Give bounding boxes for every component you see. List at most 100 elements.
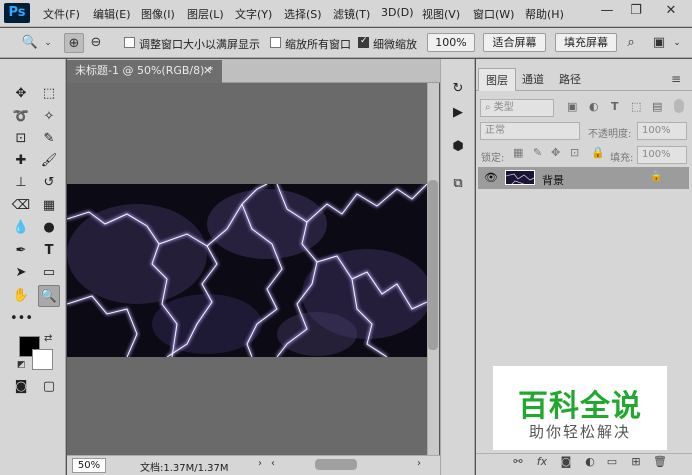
filter-smart-object-icon[interactable]: ▤: [652, 100, 662, 113]
menu-help[interactable]: 帮助(H): [525, 6, 564, 22]
actions-panel-icon[interactable]: ▶: [447, 102, 469, 124]
zoom-100-button[interactable]: 100%: [427, 33, 475, 52]
menu-view[interactable]: 视图(V): [422, 6, 460, 22]
layer-name[interactable]: 背景: [542, 172, 564, 188]
scrubby-zoom-checkbox[interactable]: [358, 36, 369, 48]
zoom-all-windows-label: 缩放所有窗口: [285, 38, 351, 51]
delete-layer-icon[interactable]: 🗑: [651, 455, 669, 468]
menu-select[interactable]: 选择(S): [284, 6, 322, 22]
layer-style-icon[interactable]: fx: [533, 455, 551, 468]
menu-layer[interactable]: 图层(L): [187, 6, 224, 22]
filter-kind-value: 类型: [493, 102, 514, 113]
close-icon[interactable]: ✕: [659, 0, 683, 22]
tab-layers[interactable]: 图层: [478, 68, 516, 91]
workspace-chevron-icon[interactable]: ⌄: [667, 33, 687, 53]
new-group-icon[interactable]: ▭: [603, 455, 621, 468]
fill-field[interactable]: 100%: [637, 146, 687, 164]
gradient-tool-icon[interactable]: ▦: [38, 195, 60, 217]
workspace-icon[interactable]: ▣: [649, 33, 669, 53]
default-colors-icon[interactable]: ◩: [17, 360, 26, 370]
type-tool-icon[interactable]: T: [38, 240, 60, 262]
search-icon: ⌕: [485, 102, 494, 113]
chevron-down-icon[interactable]: ⌄: [38, 33, 58, 53]
healing-brush-tool-icon[interactable]: ✚: [10, 150, 32, 172]
lock-all-icon[interactable]: 🔒: [591, 146, 605, 159]
status-bar: [67, 455, 440, 475]
eyedropper-tool-icon[interactable]: ✎: [38, 128, 60, 150]
menu-3d[interactable]: 3D(D): [381, 6, 414, 19]
fill-label: 填充:: [610, 153, 634, 164]
fit-screen-button[interactable]: 适合屏幕: [483, 33, 546, 52]
zoom-out-icon[interactable]: ⊖: [86, 33, 106, 53]
tab-paths[interactable]: 路径: [552, 68, 588, 91]
clone-stamp-tool-icon[interactable]: ⊥: [10, 172, 32, 194]
adjustment-layer-icon[interactable]: ◐: [581, 455, 599, 468]
zoom-tool-preset-icon[interactable]: 🔍: [20, 33, 40, 53]
resize-windows-label: 调整窗口大小以满屏显示: [139, 38, 260, 51]
new-layer-icon[interactable]: ⊞: [627, 455, 645, 468]
magic-wand-tool-icon[interactable]: ✧: [38, 106, 60, 128]
3d-panel-icon[interactable]: ⬢: [447, 136, 469, 158]
rectangle-tool-icon[interactable]: ▭: [38, 262, 60, 284]
filter-type-icon[interactable]: T: [611, 100, 619, 113]
zoom-in-icon[interactable]: ⊕: [64, 33, 84, 53]
document-tab[interactable]: 未标题-1 @ 50%(RGB/8) *: [67, 60, 222, 83]
blur-tool-icon[interactable]: 💧: [10, 217, 32, 239]
pen-tool-icon[interactable]: ✒: [10, 240, 32, 262]
menu-file[interactable]: 文件(F): [43, 6, 80, 22]
add-mask-icon[interactable]: ◙: [557, 455, 575, 468]
menu-window[interactable]: 窗口(W): [473, 6, 514, 22]
zoom-all-windows-checkbox[interactable]: [270, 37, 281, 48]
marquee-tool-icon[interactable]: ⬚: [38, 83, 60, 105]
restore-icon[interactable]: ❐: [624, 0, 648, 22]
lock-transparent-icon[interactable]: ▦: [513, 146, 523, 159]
minimize-icon[interactable]: —: [595, 0, 619, 22]
zoom-tool-icon[interactable]: 🔍: [38, 285, 60, 307]
horizontal-scroll-thumb[interactable]: [315, 459, 357, 470]
crop-tool-icon[interactable]: ⊡: [10, 128, 32, 150]
move-tool-icon[interactable]: ✥: [10, 83, 32, 105]
zoom-level-field[interactable]: 50%: [72, 458, 106, 473]
edit-toolbar-icon[interactable]: •••: [10, 308, 33, 330]
filter-kind-select[interactable]: ⌕ 类型: [480, 99, 554, 117]
history-brush-tool-icon[interactable]: ↺: [38, 172, 60, 194]
dodge-tool-icon[interactable]: ●: [38, 217, 60, 239]
history-panel-icon[interactable]: ↻: [447, 78, 469, 100]
brush-tool-icon[interactable]: 🖌: [38, 150, 60, 172]
lock-label: 锁定:: [481, 153, 505, 164]
lock-pixels-icon[interactable]: ✎: [533, 146, 542, 159]
filter-shape-icon[interactable]: ⬚: [631, 100, 641, 113]
screen-mode-icon[interactable]: ▢: [38, 376, 60, 398]
swap-colors-icon[interactable]: ⇄: [44, 333, 52, 344]
background-color-swatch[interactable]: [32, 349, 53, 370]
filter-toggle[interactable]: [674, 99, 684, 113]
eraser-tool-icon[interactable]: ⌫: [10, 195, 32, 217]
path-selection-tool-icon[interactable]: ➤: [10, 262, 32, 284]
fill-screen-button[interactable]: 填充屏幕: [555, 33, 617, 52]
menu-type[interactable]: 文字(Y): [235, 6, 272, 22]
menu-image[interactable]: 图像(I): [141, 6, 175, 22]
search-icon[interactable]: ⌕: [621, 33, 641, 53]
quick-mask-icon[interactable]: ◙: [10, 376, 32, 398]
resize-windows-checkbox[interactable]: [124, 37, 135, 48]
menu-edit[interactable]: 编辑(E): [93, 6, 131, 22]
link-layers-icon[interactable]: ⚯: [509, 455, 527, 468]
scroll-right-icon[interactable]: ›: [417, 458, 421, 469]
lasso-tool-icon[interactable]: ➰: [10, 106, 32, 128]
filter-pixel-icon[interactable]: ▣: [567, 100, 577, 113]
panel-menu-icon[interactable]: ≡: [671, 72, 681, 86]
status-menu-chevron-icon[interactable]: ›: [258, 458, 262, 469]
opacity-field[interactable]: 100%: [637, 122, 687, 140]
vertical-scroll-thumb[interactable]: [428, 180, 438, 350]
blend-mode-select[interactable]: 正常: [480, 122, 580, 140]
hand-tool-icon[interactable]: ✋: [10, 285, 32, 307]
menu-filter[interactable]: 滤镜(T): [333, 6, 370, 22]
filter-adjustment-icon[interactable]: ◐: [589, 100, 599, 113]
lock-position-icon[interactable]: ✥: [551, 146, 560, 159]
properties-panel-icon[interactable]: ⧉: [447, 173, 469, 195]
tab-channels[interactable]: 通道: [515, 68, 551, 91]
tab-close-icon[interactable]: ✕: [203, 60, 212, 82]
scroll-left-icon[interactable]: ‹: [271, 458, 275, 469]
lock-artboard-icon[interactable]: ⊡: [570, 146, 579, 159]
visibility-eye-icon[interactable]: 👁: [484, 171, 498, 184]
